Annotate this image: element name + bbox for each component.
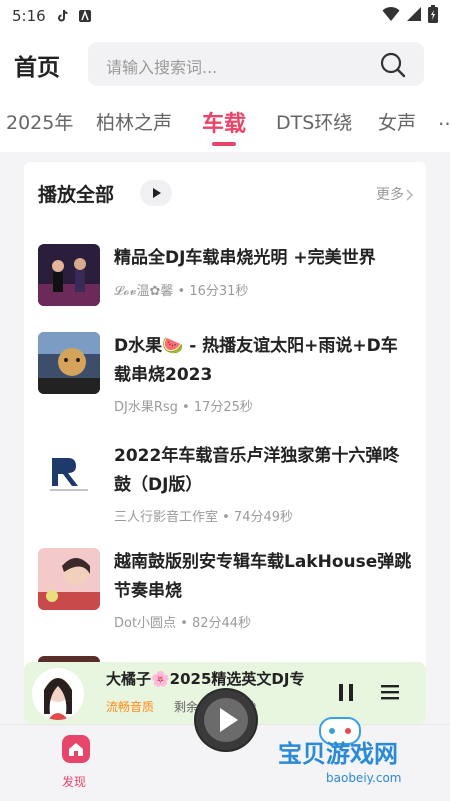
list-item[interactable]: 越南鼓版别安专辑车载LakHouse弹跳节奏串烧 Dot小圆点 • 82分44秒 <box>24 548 426 644</box>
item-title: 越南鼓版别安专辑车载LakHouse弹跳节奏串烧 <box>114 552 412 601</box>
item-meta: 三人行影音工作室 • 74分49秒 <box>114 510 294 525</box>
wifi-icon <box>382 6 400 26</box>
category-tabs: 2025年 柏林之声 车载 DTS环绕 女声 … <box>0 96 450 152</box>
playlist-card: 播放全部 更多 精品全DJ车载串烧光明 +完美世界 𝓛𝓸𝓿温✿馨 • 16分31… <box>24 162 426 722</box>
player-title: 大橘子🌸2025精选英文DJ专 <box>106 670 305 688</box>
tab-car[interactable]: 车载 <box>202 106 246 138</box>
home-icon <box>69 743 83 756</box>
svg-text:baobeiy.com: baobeiy.com <box>326 771 401 785</box>
item-thumbnail <box>38 332 100 394</box>
item-meta: 𝓛𝓸𝓿温✿馨 • 16分31秒 <box>114 284 249 299</box>
item-thumbnail <box>38 548 100 610</box>
play-all-button[interactable] <box>140 180 172 206</box>
tab-dts[interactable]: DTS环绕 <box>276 108 352 135</box>
discover-label[interactable]: 发现 <box>62 773 86 790</box>
svg-text:宝贝游戏网: 宝贝游戏网 <box>278 740 398 768</box>
item-title: 2022年车载音乐卢洋独家第十六弹咚鼓（DJ版） <box>114 446 400 495</box>
app-notification-icon <box>78 9 92 23</box>
discover-tab[interactable] <box>62 735 90 763</box>
chevron-right-icon[interactable] <box>406 186 414 201</box>
status-bar: 5:16 <box>0 0 450 32</box>
play-icon <box>153 188 161 198</box>
status-time: 5:16 <box>12 7 46 25</box>
tab-female[interactable]: 女声 <box>378 108 416 135</box>
list-item[interactable]: 2022年车载音乐卢洋独家第十六弹咚鼓（DJ版） 三人行影音工作室 • 74分4… <box>24 442 426 538</box>
player-quality[interactable]: 流畅音质 <box>106 698 154 715</box>
item-meta: DJ水果Rsg • 17分25秒 <box>114 400 253 415</box>
tab-berlin[interactable]: 柏林之声 <box>96 108 172 135</box>
tab-overflow[interactable]: … <box>438 108 450 130</box>
item-thumbnail <box>38 442 100 504</box>
center-play-button[interactable] <box>194 688 258 752</box>
pause-icon[interactable] <box>332 678 360 706</box>
page-title: 首页 <box>14 55 60 81</box>
search-input[interactable]: 请输入搜索词... <box>88 42 424 86</box>
tab-2025[interactable]: 2025年 <box>6 108 73 135</box>
item-meta: Dot小圆点 • 82分44秒 <box>114 616 252 631</box>
signal-icon <box>406 6 422 26</box>
playlist-icon[interactable] <box>376 678 404 706</box>
player-cover[interactable] <box>32 668 84 720</box>
item-title: 精品全DJ车载串烧光明 +完美世界 <box>114 248 376 268</box>
header: 首页 请输入搜索词... <box>0 32 450 96</box>
list-item[interactable]: D水果🍉 - 热播友谊太阳+雨说+D车载串烧2023 DJ水果Rsg • 17分… <box>24 332 426 428</box>
search-icon[interactable] <box>380 52 406 78</box>
section-title[interactable]: 播放全部 <box>38 180 114 207</box>
watermark-logo: 宝贝游戏网 baobeiy.com <box>268 712 440 792</box>
list-item[interactable]: 精品全DJ车载串烧光明 +完美世界 𝓛𝓸𝓿温✿馨 • 16分31秒 <box>24 244 426 340</box>
more-link[interactable]: 更多 <box>376 184 404 204</box>
battery-icon <box>428 5 438 27</box>
tab-active-indicator <box>212 142 236 146</box>
item-thumbnail <box>38 244 100 306</box>
tiktok-icon <box>56 9 70 23</box>
search-placeholder: 请输入搜索词... <box>106 58 218 77</box>
item-title: D水果🍉 - 热播友谊太阳+雨说+D车载串烧2023 <box>114 336 398 385</box>
